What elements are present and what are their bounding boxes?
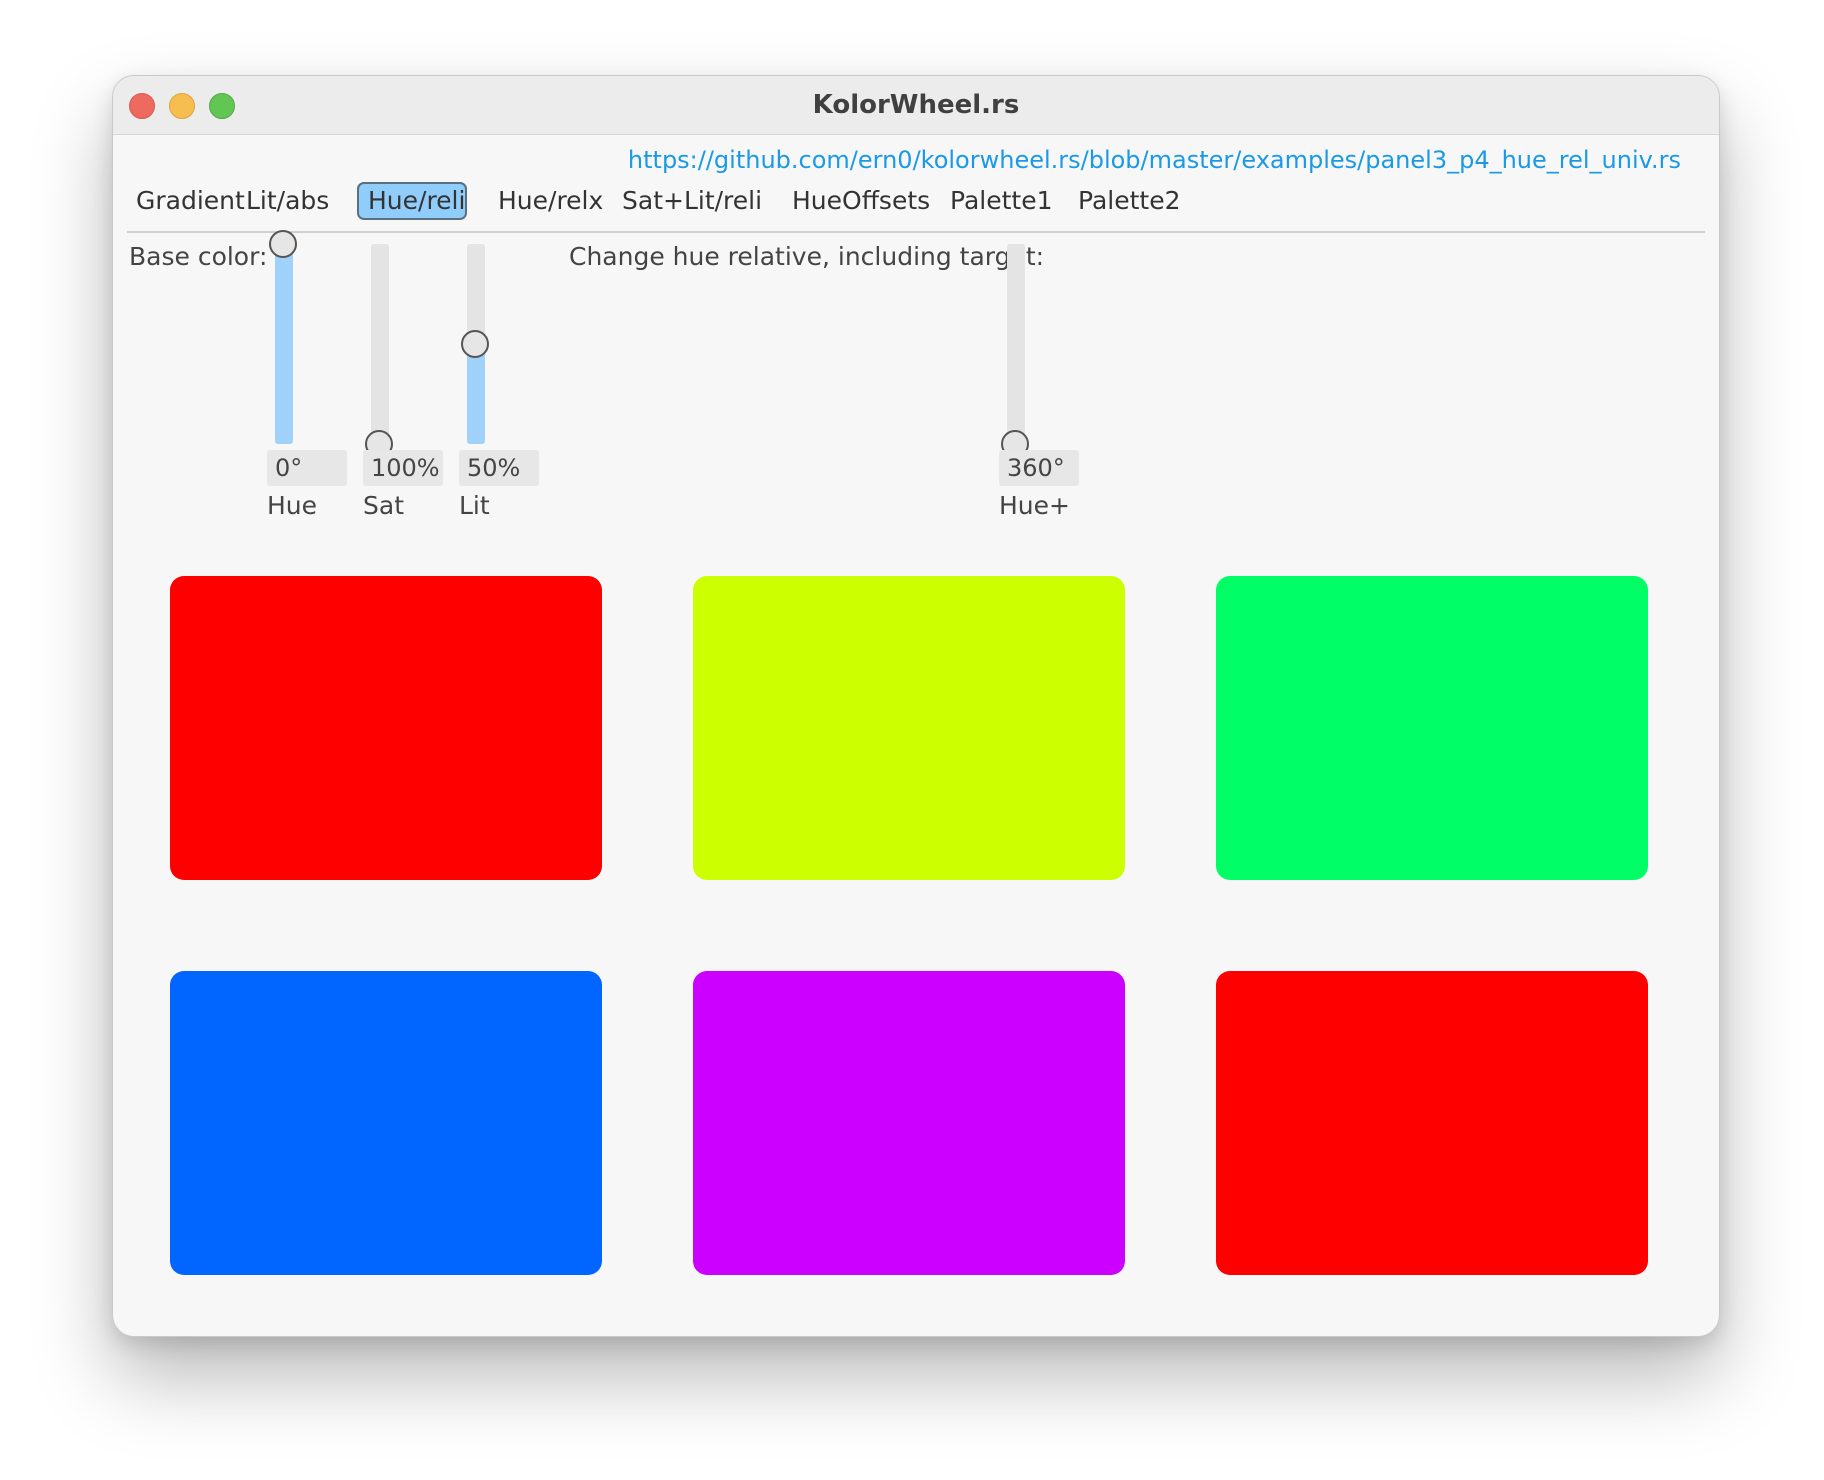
color-swatch-6 bbox=[1216, 971, 1648, 1275]
tab-palette2[interactable]: Palette2 bbox=[1069, 182, 1190, 220]
hue-slider-thumb[interactable] bbox=[269, 230, 297, 258]
hue-plus-value[interactable]: 360° bbox=[999, 450, 1079, 486]
tab-hue-reli[interactable]: Hue/reli bbox=[357, 182, 467, 220]
tab-divider bbox=[127, 231, 1705, 233]
hue-plus-slider[interactable] bbox=[1001, 244, 1029, 458]
title-bar: KolorWheel.rs bbox=[113, 76, 1719, 135]
lit-slider-fill bbox=[467, 344, 485, 444]
tab-gradient[interactable]: Gradient bbox=[127, 182, 254, 220]
base-color-label: Base color: bbox=[129, 242, 268, 271]
sat-value[interactable]: 100% bbox=[363, 450, 443, 486]
lit-slider-thumb[interactable] bbox=[461, 330, 489, 358]
app-window: KolorWheel.rs https://github.com/ern0/ko… bbox=[112, 75, 1720, 1337]
color-swatch-1 bbox=[170, 576, 602, 880]
lit-label: Lit bbox=[459, 491, 490, 520]
hue-slider-fill bbox=[275, 244, 293, 444]
window-title: KolorWheel.rs bbox=[812, 90, 1020, 120]
lit-slider[interactable] bbox=[461, 244, 489, 444]
sat-label: Sat bbox=[363, 491, 404, 520]
tab-sat-lit-reli[interactable]: Sat+Lit/reli bbox=[613, 182, 771, 220]
color-swatch-3 bbox=[1216, 576, 1648, 880]
lit-value[interactable]: 50% bbox=[459, 450, 539, 486]
source-link[interactable]: https://github.com/ern0/kolorwheel.rs/bl… bbox=[628, 146, 1681, 174]
change-hue-label: Change hue relative, including target: bbox=[569, 242, 1045, 271]
color-swatch-5 bbox=[693, 971, 1125, 1275]
color-swatch-2 bbox=[693, 576, 1125, 880]
tab-palette1[interactable]: Palette1 bbox=[941, 182, 1062, 220]
hue-plus-label: Hue+ bbox=[999, 491, 1070, 520]
tab-lit-abs[interactable]: Lit/abs bbox=[237, 182, 338, 220]
hue-value[interactable]: 0° bbox=[267, 450, 347, 486]
color-swatch-4 bbox=[170, 971, 602, 1275]
hue-label: Hue bbox=[267, 491, 318, 520]
sat-slider[interactable] bbox=[365, 244, 393, 458]
tab-hue-relx[interactable]: Hue/relx bbox=[489, 182, 612, 220]
tab-hueoffsets[interactable]: HueOffsets bbox=[783, 182, 939, 220]
hue-slider[interactable] bbox=[269, 230, 297, 444]
